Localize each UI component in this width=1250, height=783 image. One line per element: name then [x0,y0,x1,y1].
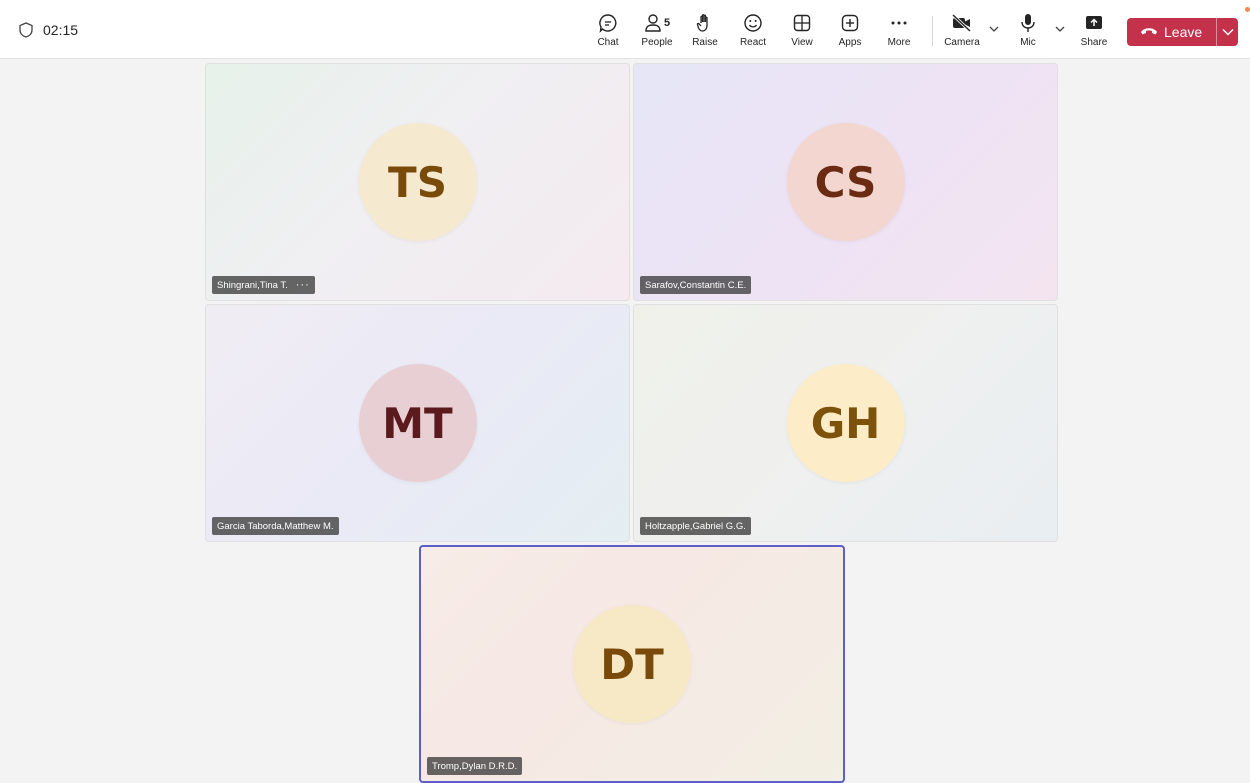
share-icon [1084,12,1104,34]
raise-hand-button[interactable]: Raise [685,12,725,52]
more-button[interactable]: More [879,12,919,52]
mic-icon [1019,12,1037,34]
meeting-toolbar: 02:15 Chat 5 People Raise React View App… [0,0,1250,59]
participant-tile[interactable]: CS Sarafov,Constantin C.E. [633,63,1058,301]
participant-tile[interactable]: GH Holtzapple,Gabriel G.G. [633,304,1058,542]
toolbar-divider [932,16,933,46]
camera-label: Camera [944,37,980,48]
more-options-icon[interactable]: ··· [296,280,310,291]
shield-icon [19,22,33,38]
participant-tile-active-speaker[interactable]: DT Tromp,Dylan D.R.D. [419,545,845,783]
participant-name: Sarafov,Constantin C.E. [645,279,747,291]
chat-label: Chat [597,37,619,48]
share-label: Share [1080,37,1108,48]
more-label: More [887,37,911,48]
chat-button[interactable]: Chat [588,12,628,52]
participant-nameplate: Sarafov,Constantin C.E. [640,276,752,294]
mic-label: Mic [1020,37,1036,48]
view-label: View [791,37,813,48]
participant-nameplate: Tromp,Dylan D.R.D. [427,757,523,775]
more-icon [889,12,909,34]
raise-hand-icon [696,12,714,34]
participant-nameplate: Holtzapple,Gabriel G.G. [640,517,751,535]
avatar: GH [786,364,905,482]
people-icon: 5 [644,12,670,34]
raise-label: Raise [692,37,718,48]
meeting-timer: 02:15 [19,20,78,40]
participant-tile[interactable]: MT Garcia Taborda,Matthew M. [205,304,630,542]
apps-button[interactable]: Apps [830,12,870,52]
people-button[interactable]: 5 People [637,12,677,52]
people-count: 5 [663,17,671,29]
participant-nameplate: Shingrani,Tina T. ··· [212,276,315,294]
avatar: TS [358,123,477,241]
timer-value: 02:15 [43,22,79,38]
leave-label: Leave [1164,24,1203,40]
plus-box-icon [840,12,860,34]
react-button[interactable]: React [733,12,773,52]
participant-name: Shingrani,Tina T. [217,279,288,291]
avatar: MT [358,364,477,482]
apps-label: Apps [838,37,862,48]
phone-hangup-icon [1140,24,1158,40]
avatar: CS [786,123,905,241]
chat-icon [598,12,618,34]
notification-dot [1245,7,1250,12]
react-label: React [739,37,767,48]
camera-button[interactable]: Camera [942,12,982,52]
camera-off-icon [951,12,973,34]
smiley-icon [743,12,763,34]
leave-button-group: Leave [1127,18,1238,46]
share-button[interactable]: Share [1074,12,1114,52]
participant-nameplate: Garcia Taborda,Matthew M. [212,517,339,535]
participant-name: Tromp,Dylan D.R.D. [432,760,518,772]
participant-tile[interactable]: TS Shingrani,Tina T. ··· [205,63,630,301]
leave-options-chevron-icon[interactable] [1217,18,1238,46]
camera-options-chevron-icon[interactable] [987,22,1001,36]
mic-button[interactable]: Mic [1008,12,1048,52]
grid-icon [792,12,812,34]
people-label: People [641,37,673,48]
leave-button[interactable]: Leave [1127,18,1216,46]
avatar: DT [573,605,691,723]
view-button[interactable]: View [782,12,822,52]
participant-name: Holtzapple,Gabriel G.G. [645,520,746,532]
mic-options-chevron-icon[interactable] [1053,22,1067,36]
participant-name: Garcia Taborda,Matthew M. [217,520,334,532]
